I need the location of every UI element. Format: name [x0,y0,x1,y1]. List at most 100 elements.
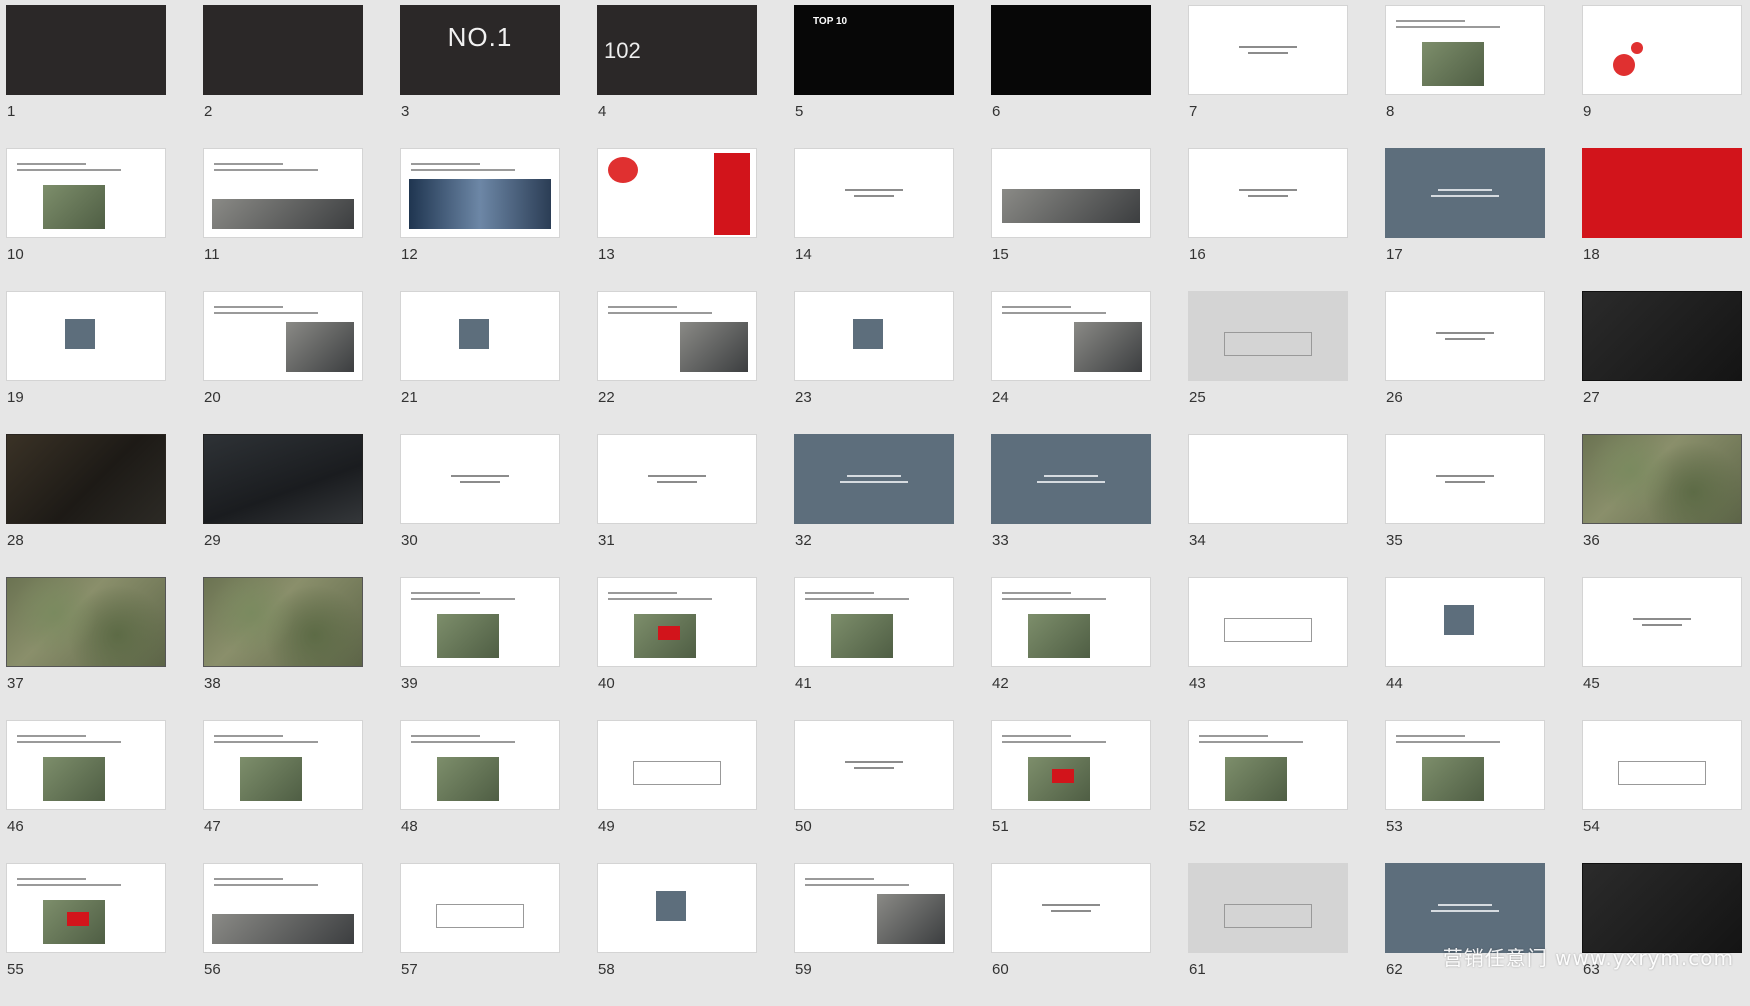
slide-thumbnail[interactable] [991,291,1151,381]
slide-item[interactable]: 18 [1582,148,1742,291]
slide-thumbnail[interactable]: NO.1 [400,5,560,95]
slide-item[interactable]: 44 [1385,577,1545,720]
slide-thumbnail[interactable] [400,577,560,667]
slide-thumbnail[interactable] [6,863,166,953]
slide-thumbnail[interactable] [1385,434,1545,524]
slide-item[interactable]: 21 [400,291,560,434]
slide-item[interactable]: 38 [203,577,363,720]
slide-item[interactable]: 14 [794,148,954,291]
slide-thumbnail[interactable] [1188,291,1348,381]
slide-thumbnail[interactable] [400,291,560,381]
slide-item[interactable]: 1 [6,5,166,148]
slide-item[interactable]: 9 [1582,5,1742,148]
slide-item[interactable]: 25 [1188,291,1348,434]
slide-thumbnail[interactable] [794,291,954,381]
slide-item[interactable]: 60 [991,863,1151,1006]
slide-thumbnail[interactable] [991,5,1151,95]
slide-item[interactable]: 42 [991,577,1151,720]
slide-item[interactable]: 43 [1188,577,1348,720]
slide-item[interactable]: 16 [1188,148,1348,291]
slide-item[interactable]: 6 [991,5,1151,148]
slide-thumbnail[interactable] [1188,577,1348,667]
slide-thumbnail[interactable] [1582,291,1742,381]
slide-thumbnail[interactable]: 102 [597,5,757,95]
slide-thumbnail[interactable] [1188,720,1348,810]
slide-thumbnail[interactable] [1582,434,1742,524]
slide-item[interactable]: NO.1 3 [400,5,560,148]
slide-item[interactable]: 34 [1188,434,1348,577]
slide-thumbnail[interactable] [597,577,757,667]
slide-item[interactable]: 54 [1582,720,1742,863]
slide-item[interactable]: 24 [991,291,1151,434]
slide-item[interactable]: 41 [794,577,954,720]
slide-item[interactable]: 33 [991,434,1151,577]
slide-item[interactable]: 28 [6,434,166,577]
slide-item[interactable]: 39 [400,577,560,720]
slide-item[interactable]: 55 [6,863,166,1006]
slide-item[interactable]: 37 [6,577,166,720]
slide-item[interactable]: 40 [597,577,757,720]
slide-thumbnail[interactable] [1188,863,1348,953]
slide-thumbnail[interactable] [400,863,560,953]
slide-item[interactable]: 7 [1188,5,1348,148]
slide-item[interactable]: 58 [597,863,757,1006]
slide-item[interactable]: 11 [203,148,363,291]
slide-item[interactable]: 23 [794,291,954,434]
slide-thumbnail[interactable] [1385,291,1545,381]
slide-thumbnail[interactable] [400,148,560,238]
slide-thumbnail[interactable] [203,5,363,95]
slide-thumbnail[interactable] [794,434,954,524]
slide-item[interactable]: 57 [400,863,560,1006]
slide-thumbnail[interactable] [991,148,1151,238]
slide-thumbnail[interactable] [203,434,363,524]
slide-item[interactable]: 61 [1188,863,1348,1006]
slide-thumbnail[interactable] [400,720,560,810]
slide-item[interactable]: 52 [1188,720,1348,863]
slide-thumbnail[interactable] [597,863,757,953]
slide-item[interactable]: 31 [597,434,757,577]
slide-thumbnail[interactable] [794,148,954,238]
slide-item[interactable]: 8 [1385,5,1545,148]
slide-thumbnail[interactable] [794,720,954,810]
slide-item[interactable]: 17 [1385,148,1545,291]
slide-thumbnail[interactable] [1385,720,1545,810]
slide-thumbnail[interactable] [6,291,166,381]
slide-thumbnail[interactable] [794,863,954,953]
slide-item[interactable]: 51 [991,720,1151,863]
slide-thumbnail[interactable] [1582,148,1742,238]
slide-item[interactable]: 10 [6,148,166,291]
slide-item[interactable]: 47 [203,720,363,863]
slide-item[interactable]: 59 [794,863,954,1006]
slide-item[interactable]: 45 [1582,577,1742,720]
slide-item[interactable]: 36 [1582,434,1742,577]
slide-thumbnail[interactable] [597,291,757,381]
slide-item[interactable]: 49 [597,720,757,863]
slide-item[interactable]: 62 [1385,863,1545,1006]
slide-item[interactable]: 2 [203,5,363,148]
slide-item[interactable]: 19 [6,291,166,434]
slide-thumbnail[interactable] [991,434,1151,524]
slide-item[interactable]: 32 [794,434,954,577]
slide-thumbnail[interactable] [991,863,1151,953]
slide-thumbnail[interactable] [6,148,166,238]
slide-thumbnail[interactable] [597,720,757,810]
slide-thumbnail[interactable] [6,5,166,95]
slide-thumbnail[interactable] [6,577,166,667]
slide-thumbnail[interactable] [1385,5,1545,95]
slide-thumbnail[interactable] [991,720,1151,810]
slide-item[interactable]: 15 [991,148,1151,291]
slide-thumbnail[interactable] [6,720,166,810]
slide-thumbnail[interactable] [400,434,560,524]
slide-thumbnail[interactable] [1582,577,1742,667]
slide-item[interactable]: 26 [1385,291,1545,434]
slide-thumbnail[interactable] [203,863,363,953]
slide-item[interactable]: 12 [400,148,560,291]
slide-thumbnail[interactable] [1385,148,1545,238]
slide-thumbnail[interactable] [6,434,166,524]
slide-thumbnail[interactable] [1188,5,1348,95]
slide-item[interactable]: 27 [1582,291,1742,434]
slide-thumbnail[interactable] [991,577,1151,667]
slide-item[interactable]: 13 [597,148,757,291]
slide-thumbnail[interactable] [1582,863,1742,953]
slide-thumbnail[interactable] [1385,863,1545,953]
